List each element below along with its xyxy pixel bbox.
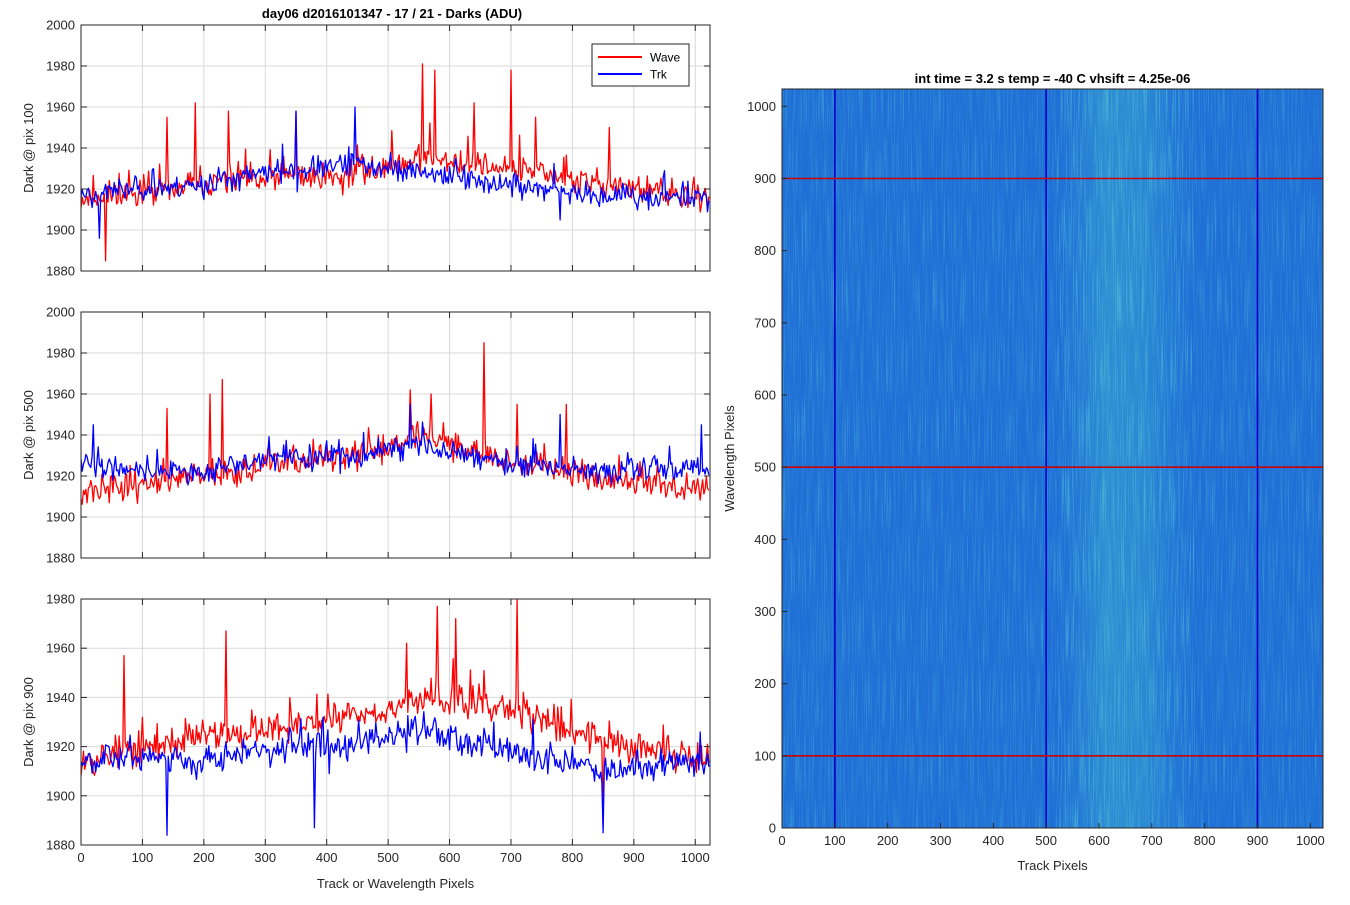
y-tick-label: 1960 [46,387,75,402]
y-tick-label: 1900 [46,510,75,525]
y-tick-label: 1880 [46,838,75,853]
y-tick-label: 1000 [747,99,776,114]
x-tick-label: 1000 [681,850,710,865]
y-axis-label: Wavelength Pixels [722,405,737,512]
line-panel-3: 0 100 200 300 400 500 600 700 800 900 1000 1880 1900… [21,592,711,891]
y-tick-label: 100 [754,748,776,763]
x-tick-label: 100 [132,850,154,865]
y-tick-label: 1940 [46,690,75,705]
x-tick-label: 400 [982,833,1004,848]
x-tick-label: 800 [1194,833,1216,848]
y-tick-label: 1920 [46,739,75,754]
heatmap-band-texture [1056,89,1195,828]
x-tick-label: 1000 [1296,833,1325,848]
legend: Wave Trk [591,43,690,87]
heatmap-title: int time = 3.2 s temp = -40 C vhsift = 4… [915,71,1191,86]
x-tick-label: 200 [877,833,899,848]
x-tick-label: 100 [824,833,846,848]
y-tick-label: 1960 [46,100,75,115]
y-tick-label: 700 [754,315,776,330]
y-tick-label: 2000 [46,305,75,320]
y-axis-label: Dark @ pix 500 [21,390,36,480]
y-tick-label: 1900 [46,223,75,238]
y-axis-label: Dark @ pix 100 [21,103,36,193]
y-tick-label: 600 [754,387,776,402]
x-tick-label: 900 [623,850,645,865]
y-tick-label: 1980 [46,59,75,74]
y-tick-label: 300 [754,604,776,619]
x-tick-label: 900 [1247,833,1269,848]
y-tick-label: 1920 [46,469,75,484]
x-tick-label: 700 [1141,833,1163,848]
y-axis-label: Dark @ pix 900 [21,677,36,767]
y-tick-label: 2000 [46,18,75,33]
x-tick-label: 400 [316,850,338,865]
y-tick-label: 1960 [46,641,75,656]
x-tick-label: 800 [562,850,584,865]
y-tick-label: 1980 [46,346,75,361]
heatmap-plot: int time = 3.2 s temp = -40 C vhsift = 4… [722,71,1325,873]
plot-area [81,599,710,845]
x-tick-label: 200 [193,850,215,865]
y-tick-label: 0 [769,821,776,836]
y-tick-label: 1940 [46,428,75,443]
y-tick-label: 900 [754,171,776,186]
y-tick-label: 1940 [46,141,75,156]
y-tick-label: 1900 [46,788,75,803]
heatmap-texture [782,89,1323,828]
y-tick-label: 1920 [46,182,75,197]
figure-title: day06 d2016101347 - 17 / 21 - Darks (ADU… [262,6,522,21]
x-tick-label: 700 [500,850,522,865]
x-tick-label: 0 [77,850,84,865]
x-axis-label: Track Pixels [1017,858,1088,873]
legend-label-trk: Trk [650,68,668,82]
figure-canvas: day06 d2016101347 - 17 / 21 - Darks (ADU… [21,6,1325,891]
y-tick-label: 1880 [46,551,75,566]
x-tick-label: 300 [254,850,276,865]
line-panel-1: 1880 1900 1920 1940 1960 1980 2000 Dark @ pix 1… [21,18,711,279]
x-tick-label: 500 [1035,833,1057,848]
x-tick-label: 300 [930,833,952,848]
y-tick-label: 400 [754,532,776,547]
y-tick-label: 200 [754,676,776,691]
x-axis-label: Track or Wavelength Pixels [317,876,475,891]
x-tick-label: 500 [377,850,399,865]
x-tick-label: 600 [439,850,461,865]
line-panel-2: 1880 1900 1920 1940 1960 1980 2000 Dark @ pix 5… [21,305,711,566]
x-tick-label: 600 [1088,833,1110,848]
legend-label-wave: Wave [650,51,681,65]
figure-window: day06 d2016101347 - 17 / 21 - Darks (ADU… [0,0,1350,900]
y-tick-label: 800 [754,243,776,258]
y-tick-label: 1980 [46,592,75,607]
y-tick-label: 1880 [46,264,75,279]
x-tick-label: 0 [778,833,785,848]
y-tick-label: 500 [754,460,776,475]
line-plots: 1880190019201940196019802000Dark @ pix 1… [21,18,711,891]
